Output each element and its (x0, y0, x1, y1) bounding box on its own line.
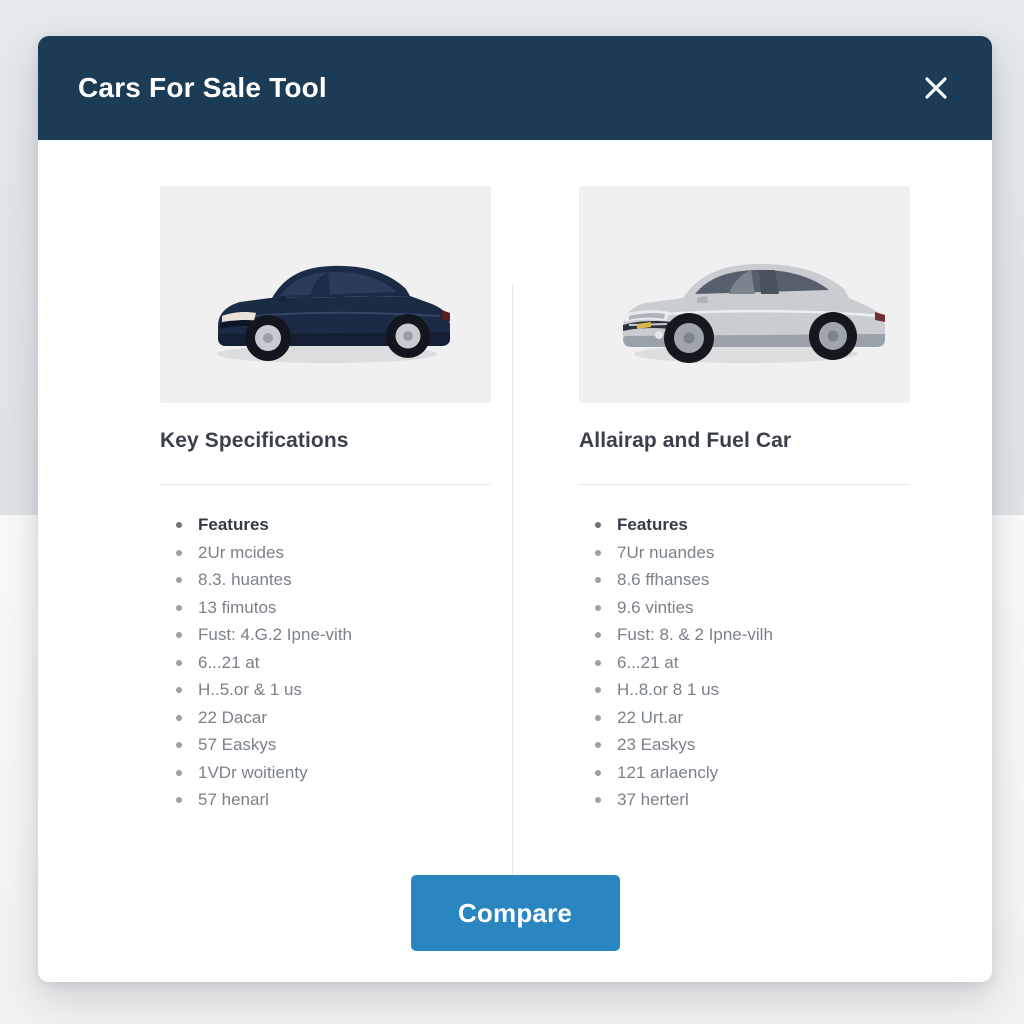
list-item: 8.3. huantes (176, 566, 489, 594)
column-heading: Allairap and Fuel Car (579, 429, 792, 452)
list-item: 7Ur nuandes (595, 539, 908, 567)
spec-list-left: Features 2Ur mcides 8.3. huantes 13 fimu… (160, 511, 489, 814)
close-icon (921, 73, 951, 103)
list-item: 22 Urt.ar (595, 704, 908, 732)
heading-rule (160, 484, 491, 485)
modal-body: Key Specifications Features 2Ur mcides 8… (38, 140, 992, 982)
column-heading: Key Specifications (160, 429, 349, 452)
page-title: Cars For Sale Tool (78, 72, 327, 103)
heading-rule (579, 484, 910, 485)
modal-footer: Compare (38, 844, 992, 982)
list-item: 121 arlaencly (595, 759, 908, 787)
modal-header: Cars For Sale Tool (38, 36, 992, 140)
comparison-column-left: Key Specifications Features 2Ur mcides 8… (38, 140, 515, 814)
list-item: Fust: 8. & 2 Ipne-vilh (595, 621, 908, 649)
list-item: 37 herterl (595, 786, 908, 814)
list-item: 6...21 at (595, 649, 908, 677)
list-item: 1VDr woitienty (176, 759, 489, 787)
list-item: 9.6 vinties (595, 594, 908, 622)
list-item: 22 Dacar (176, 704, 489, 732)
list-item: 23 Easkys (595, 731, 908, 759)
comparison-column-right: Allairap and Fuel Car Features 7Ur nuand… (515, 140, 992, 814)
car-coupe-photo (579, 186, 910, 403)
list-item: Features (595, 511, 908, 539)
list-item: 57 Easkys (176, 731, 489, 759)
spec-list-right: Features 7Ur nuandes 8.6 ffhanses 9.6 vi… (579, 511, 908, 814)
list-item: 57 henarl (176, 786, 489, 814)
list-item: Fust: 4.G.2 Ipne-vith (176, 621, 489, 649)
close-button[interactable] (914, 66, 958, 110)
list-item: 13 fimutos (176, 594, 489, 622)
comparison-grid: Key Specifications Features 2Ur mcides 8… (38, 140, 992, 814)
compare-button[interactable]: Compare (410, 875, 620, 951)
cars-for-sale-modal: Cars For Sale Tool Key Specifications Fe… (38, 36, 992, 982)
list-item: 6...21 at (176, 649, 489, 677)
list-item: 8.6 ffhanses (595, 566, 908, 594)
car-sedan-photo (160, 186, 491, 403)
list-item: H..8.or 8 1 us (595, 676, 908, 704)
list-item: Features (176, 511, 489, 539)
list-item: 2Ur mcides (176, 539, 489, 567)
list-item: H..5.or & 1 us (176, 676, 489, 704)
